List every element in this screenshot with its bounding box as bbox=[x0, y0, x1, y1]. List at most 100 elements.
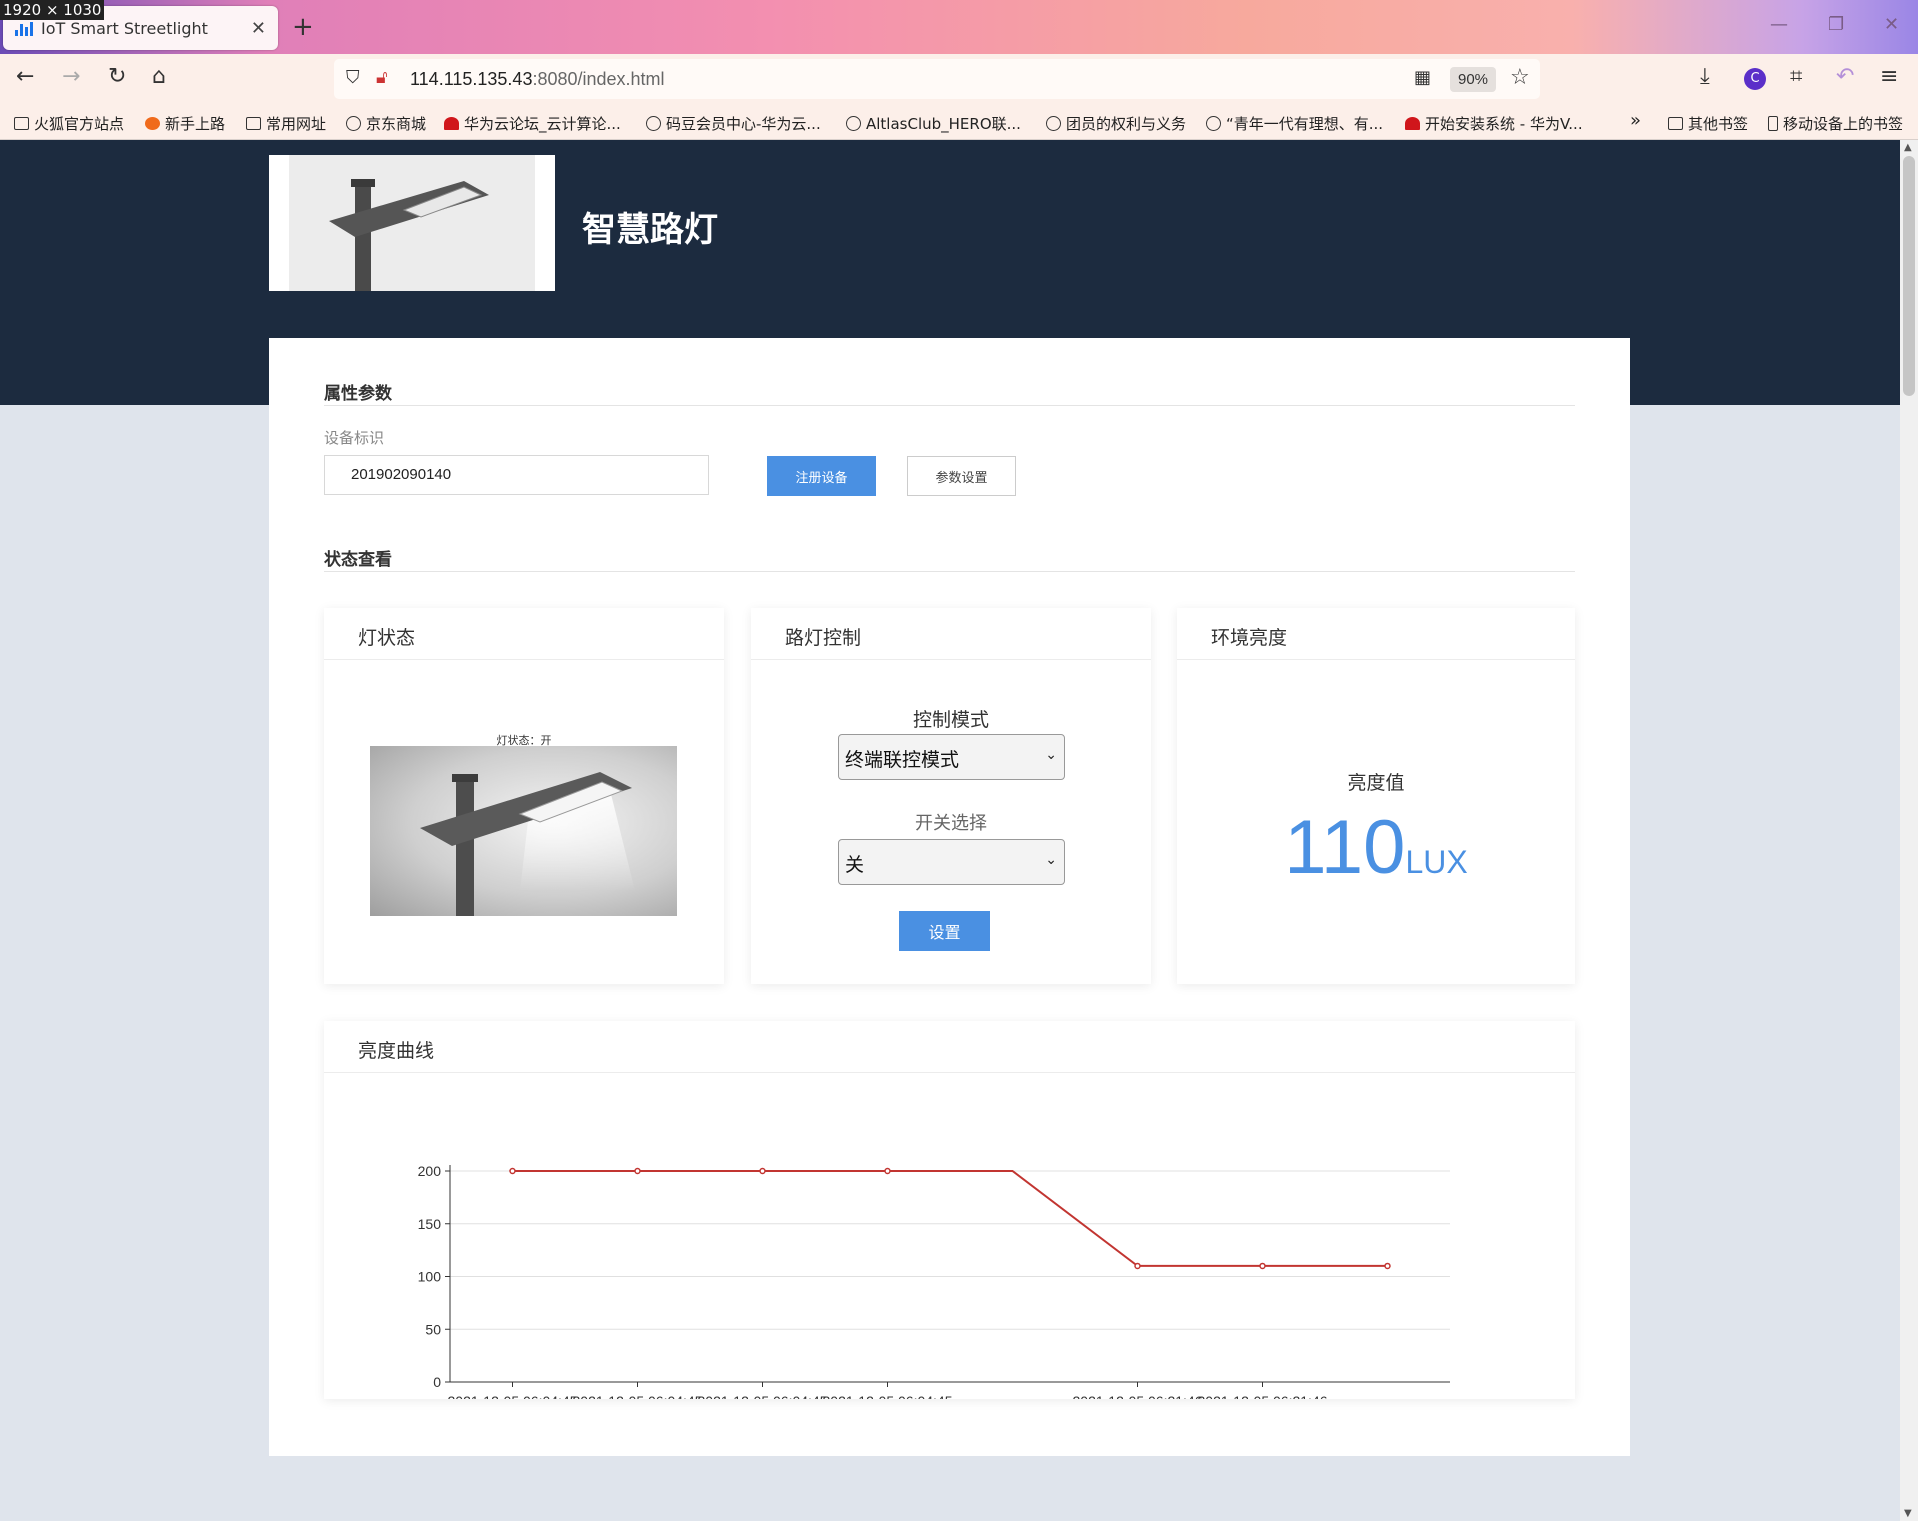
x-tick-label: 2021-12-05 06:21:46 bbox=[1198, 1393, 1328, 1399]
reload-icon[interactable]: ↻ bbox=[108, 64, 126, 89]
streetlight-control-panel: 路灯控制 控制模式 终端联控模式 ⌄ 开关选择 关 ⌄ 设置 bbox=[751, 608, 1151, 984]
register-device-button[interactable]: 注册设备 bbox=[767, 456, 876, 496]
minimize-icon[interactable]: — bbox=[1770, 14, 1788, 35]
more-bookmarks-icon[interactable]: » bbox=[1630, 110, 1641, 131]
other-bookmarks[interactable]: 其他书签 bbox=[1668, 113, 1748, 134]
streetlight-logo-image bbox=[289, 155, 535, 291]
forward-icon[interactable]: → bbox=[62, 64, 80, 89]
panel-title: 灯状态 bbox=[358, 627, 416, 649]
back-icon[interactable]: ← bbox=[16, 64, 34, 89]
bookmark-item[interactable]: 常用网址 bbox=[246, 113, 326, 134]
folder-icon bbox=[1668, 117, 1683, 130]
chevron-down-icon: ⌄ bbox=[1045, 747, 1057, 763]
insecure-lock-icon[interactable]: 🔓︎ bbox=[376, 67, 388, 88]
scroll-up-icon[interactable]: ▲ bbox=[1904, 142, 1912, 153]
brightness-value: 110 bbox=[1284, 805, 1406, 890]
data-point bbox=[509, 1167, 516, 1175]
control-mode-select[interactable]: 终端联控模式 ⌄ bbox=[838, 734, 1065, 780]
data-point bbox=[884, 1167, 891, 1175]
set-button[interactable]: 设置 bbox=[899, 911, 990, 951]
bookmark-item[interactable]: 码豆会员中心-华为云... bbox=[646, 113, 821, 134]
folder-icon bbox=[246, 117, 261, 130]
data-point bbox=[1384, 1262, 1391, 1270]
main-card: 属性参数 设备标识 201902090140 注册设备 参数设置 状态查看 灯状… bbox=[269, 338, 1630, 1456]
panel-header: 环境亮度 bbox=[1177, 608, 1575, 660]
y-tick-label: 0 bbox=[433, 1374, 441, 1390]
zoom-level[interactable]: 90% bbox=[1450, 67, 1497, 92]
logo bbox=[269, 155, 555, 291]
parameter-settings-button[interactable]: 参数设置 bbox=[907, 456, 1016, 496]
scroll-down-icon[interactable]: ▼ bbox=[1904, 1508, 1912, 1519]
bookmark-item[interactable]: “青年一代有理想、有... bbox=[1206, 113, 1383, 134]
panel-title: 路灯控制 bbox=[785, 627, 862, 649]
qr-code-icon[interactable]: ▦ bbox=[1414, 67, 1431, 88]
bookmark-item[interactable]: 华为云论坛_云计算论... bbox=[444, 113, 621, 134]
brightness-series-line bbox=[512, 1170, 1388, 1267]
page-scrollbar[interactable]: ▲ ▼ bbox=[1900, 140, 1918, 1521]
device-id-value: 201902090140 bbox=[351, 466, 452, 483]
close-tab-icon[interactable]: ✕ bbox=[251, 18, 266, 39]
data-point bbox=[759, 1167, 766, 1175]
data-point bbox=[1134, 1262, 1141, 1270]
firefox-icon bbox=[145, 117, 160, 130]
control-mode-value: 终端联控模式 bbox=[845, 749, 960, 771]
home-icon[interactable]: ⌂ bbox=[152, 64, 166, 89]
page-title: 智慧路灯 bbox=[582, 210, 718, 250]
lamp-status-panel: 灯状态 灯状态：开 bbox=[324, 608, 724, 984]
switch-value: 关 bbox=[845, 854, 865, 876]
globe-icon bbox=[1046, 116, 1061, 131]
mobile-icon bbox=[1768, 116, 1778, 131]
attributes-section-title: 属性参数 bbox=[324, 384, 392, 404]
url-text[interactable]: 114.115.135.43:8080/index.html bbox=[410, 69, 665, 90]
brightness-line-chart: 0 50 100 150 200 2021-12-05 06:04:45 2021-12-0… bbox=[418, 1163, 1450, 1399]
menu-icon[interactable]: ≡ bbox=[1880, 64, 1898, 89]
x-tick-label: 2021-12-05 06:21:46 bbox=[1073, 1393, 1203, 1399]
crop-screenshot-icon[interactable]: ⌗ bbox=[1790, 64, 1802, 89]
streetlight-on-image bbox=[370, 746, 677, 916]
folder-icon bbox=[14, 117, 29, 130]
bookmark-item[interactable]: 团员的权利与义务 bbox=[1046, 113, 1186, 134]
close-window-icon[interactable]: ✕ bbox=[1884, 14, 1899, 35]
huawei-icon bbox=[1405, 117, 1420, 130]
x-tick-label: 2021-12-05 06:04:45 bbox=[823, 1393, 953, 1399]
bookmark-item[interactable]: 新手上路 bbox=[145, 113, 225, 134]
undo-icon[interactable]: ↶ bbox=[1836, 64, 1854, 89]
bookmark-item[interactable]: AltlasClub_HERO联... bbox=[846, 113, 1021, 134]
account-avatar-icon[interactable]: C bbox=[1744, 68, 1766, 90]
brightness-unit: LUX bbox=[1405, 844, 1468, 880]
y-tick-label: 50 bbox=[425, 1321, 441, 1337]
brightness-curve-panel: 亮度曲线 0501001502002021-12-05 06:04:452021… bbox=[324, 1021, 1575, 1399]
url-path: :8080/index.html bbox=[532, 69, 665, 89]
star-bookmark-icon[interactable]: ☆ bbox=[1510, 65, 1530, 90]
bookmark-item[interactable]: 火狐官方站点 bbox=[14, 113, 124, 134]
browser-navbar: ← → ↻ ⌂ ⛉ 🔓︎ 114.115.135.43:8080/index.h… bbox=[0, 54, 1918, 104]
restore-icon[interactable]: ❐ bbox=[1828, 14, 1844, 35]
mobile-bookmarks[interactable]: 移动设备上的书签 bbox=[1768, 113, 1903, 134]
y-tick-label: 200 bbox=[418, 1163, 442, 1179]
panel-title: 环境亮度 bbox=[1211, 627, 1288, 649]
ambient-brightness-panel: 环境亮度 亮度值 110LUX bbox=[1177, 608, 1575, 984]
panel-header: 灯状态 bbox=[324, 608, 724, 660]
url-host: 114.115.135.43 bbox=[410, 69, 533, 89]
new-tab-icon[interactable]: + bbox=[292, 12, 314, 42]
chevron-down-icon: ⌄ bbox=[1045, 852, 1057, 868]
y-tick-label: 100 bbox=[418, 1269, 442, 1285]
globe-icon bbox=[846, 116, 861, 131]
url-bar[interactable]: ⛉ 🔓︎ 114.115.135.43:8080/index.html ▦ 90… bbox=[334, 59, 1540, 99]
bookmark-item[interactable]: 开始安装系统 - 华为V... bbox=[1405, 113, 1583, 134]
globe-icon bbox=[1206, 116, 1221, 131]
download-icon[interactable]: ⤓ bbox=[1700, 64, 1710, 89]
huawei-icon bbox=[444, 117, 459, 130]
device-id-input[interactable]: 201902090140 bbox=[324, 455, 709, 495]
switch-select[interactable]: 关 ⌄ bbox=[838, 839, 1065, 885]
web-page: 智慧路灯 属性参数 设备标识 201902090140 注册设备 参数设置 状态… bbox=[0, 140, 1900, 1521]
y-tick-label: 150 bbox=[418, 1216, 442, 1232]
browser-titlebar: IoT Smart Streetlight ✕ 1920 × 1030 + — … bbox=[0, 0, 1918, 54]
shield-icon[interactable]: ⛉ bbox=[346, 67, 360, 88]
control-mode-label: 控制模式 bbox=[912, 709, 989, 731]
bookmark-item[interactable]: 京东商城 bbox=[346, 113, 426, 134]
dimensions-label: 1920 × 1030 bbox=[0, 0, 105, 20]
bookmarks-bar: 火狐官方站点 新手上路 常用网址 京东商城 华为云论坛_云计算论... 码豆会员… bbox=[0, 104, 1918, 140]
tab-title: IoT Smart Streetlight bbox=[41, 18, 208, 38]
scrollbar-thumb[interactable] bbox=[1903, 156, 1915, 396]
